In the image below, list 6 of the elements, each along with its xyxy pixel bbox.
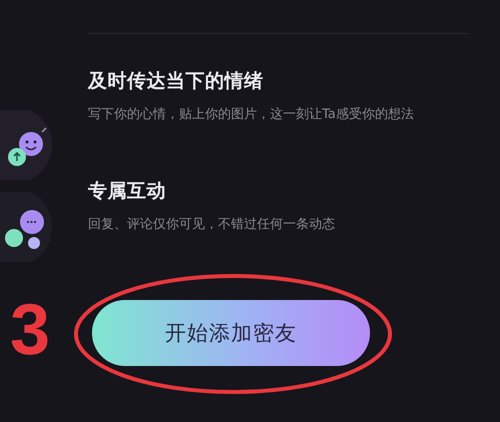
feature-description: 回复、评论仅你可见，不错过任何一条动态 [88,216,336,234]
step-number: 3 [10,294,50,366]
feature-title: 专属互动 [88,179,167,204]
feature-title: 及时传达当下的情绪 [88,69,264,94]
add-friend-button[interactable]: 开始添加密友 [92,300,370,366]
feature-description: 写下你的心情，贴上你的图片，这一刻让Ta感受你的想法 [88,106,415,124]
